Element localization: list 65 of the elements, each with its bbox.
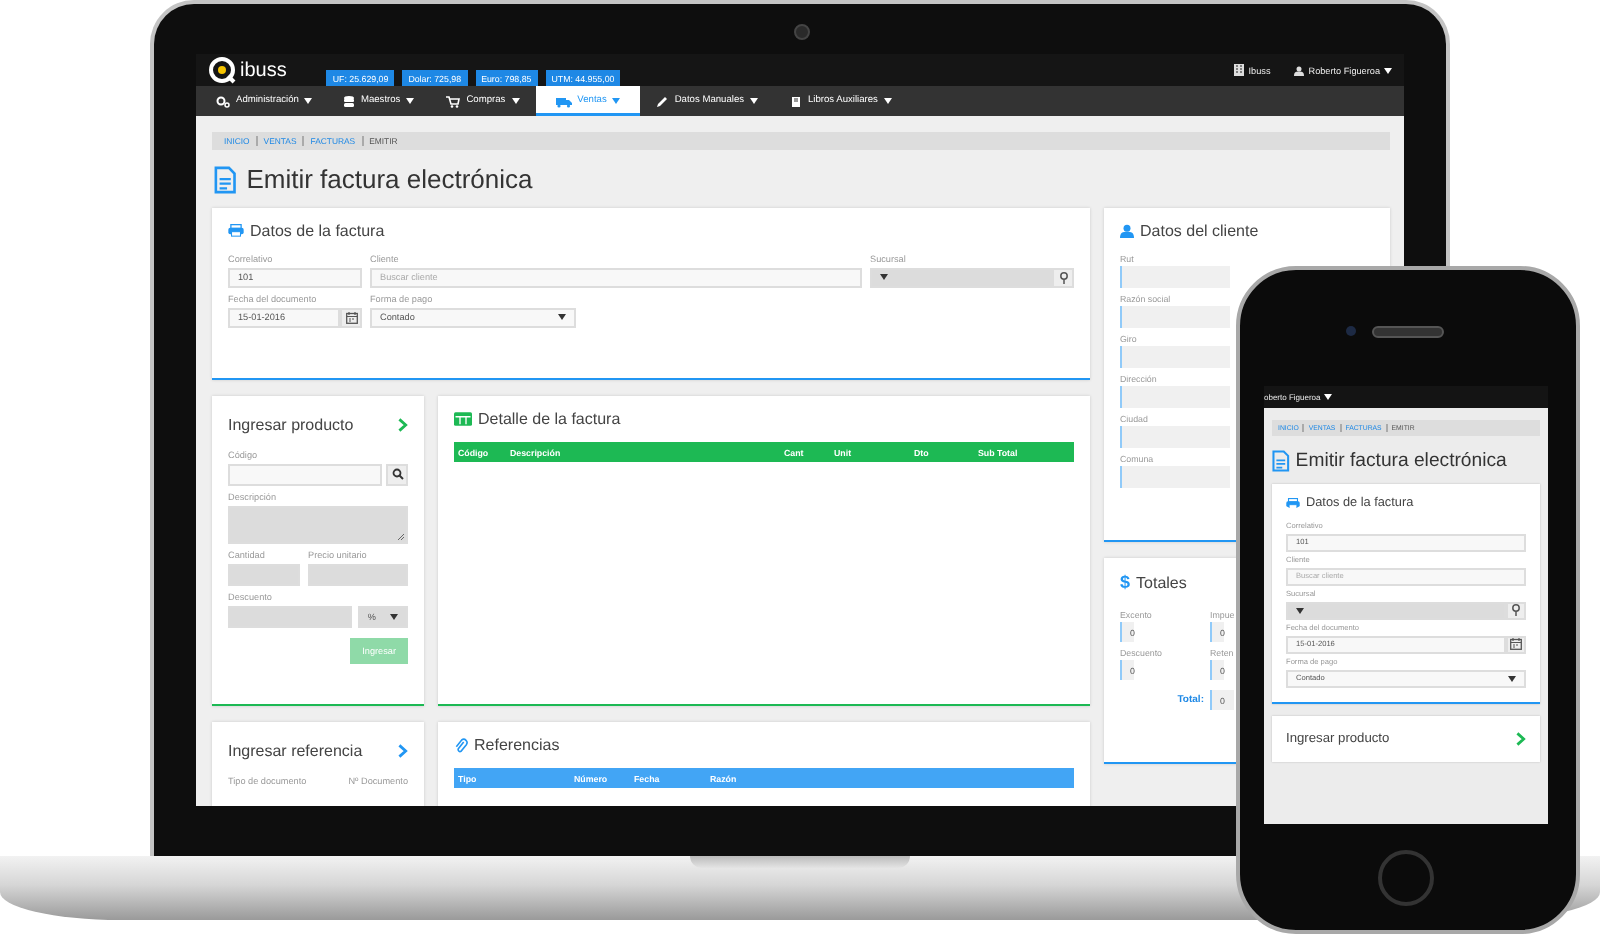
card-title: Referencias (474, 736, 560, 754)
logo-text: ibuss (240, 59, 287, 81)
currency-symbol: $ (1120, 572, 1131, 592)
pin-icon (1512, 604, 1520, 617)
logo-icon (208, 56, 236, 84)
card-title: Datos de la factura (250, 222, 385, 240)
pin-icon (1059, 271, 1067, 284)
cart-icon (446, 95, 461, 107)
input-field[interactable] (1120, 266, 1230, 288)
page-title: Emitir factura electrónica (1295, 450, 1507, 472)
home-button[interactable] (1378, 850, 1434, 906)
input-field[interactable] (1120, 306, 1230, 328)
pencil-icon (656, 95, 669, 107)
book-icon (790, 95, 803, 107)
building-icon (1234, 64, 1245, 76)
chevron-right-icon (398, 744, 408, 758)
caret-icon (1296, 607, 1304, 614)
caret-icon (1324, 394, 1333, 400)
card-title: Totales (1136, 573, 1187, 591)
caret-icon (304, 98, 313, 104)
input-field[interactable] (1120, 426, 1230, 448)
caret-icon (1384, 67, 1392, 73)
caret-icon (511, 98, 520, 104)
speaker-icon (1372, 326, 1444, 338)
card-title: Ingresar referencia (228, 742, 363, 760)
printer-icon (1286, 497, 1300, 509)
caret-icon (880, 274, 888, 281)
resize-grip-icon (398, 533, 404, 540)
truck-icon (555, 95, 572, 107)
calendar-button[interactable] (340, 307, 362, 328)
gear-icon (216, 95, 230, 107)
caret-icon (883, 98, 892, 104)
printer-icon (228, 224, 244, 238)
search-button[interactable] (386, 463, 408, 486)
caret-icon (390, 613, 398, 620)
caret-icon (558, 314, 566, 321)
calendar-icon (345, 311, 357, 324)
input-field[interactable] (1120, 346, 1230, 368)
table-icon (454, 412, 472, 426)
caret-icon (612, 98, 621, 104)
document-icon (214, 165, 237, 193)
camera-icon (1346, 326, 1356, 336)
user-icon (1294, 65, 1305, 75)
camera-icon (794, 24, 810, 40)
location-button[interactable] (1506, 601, 1526, 620)
search-icon (391, 468, 403, 481)
document-icon (1272, 450, 1290, 472)
location-button[interactable] (1052, 267, 1074, 288)
page-title: Emitir factura electrónica (246, 164, 533, 194)
user-icon (1120, 224, 1134, 238)
caret-icon (750, 98, 759, 104)
calendar-icon (1510, 638, 1522, 651)
chevron-right-icon (1516, 731, 1526, 746)
chevron-right-icon (398, 418, 408, 432)
caret-icon (1508, 675, 1516, 682)
paperclip-icon (454, 737, 468, 753)
calendar-button[interactable] (1506, 635, 1526, 654)
input-field[interactable] (228, 463, 382, 486)
card-title: Ingresar producto (228, 416, 354, 434)
card-title: Detalle de la factura (478, 410, 621, 428)
input-field[interactable] (1120, 466, 1230, 488)
input-field[interactable] (1120, 386, 1230, 408)
caret-icon (406, 98, 415, 104)
database-icon (344, 95, 355, 107)
card-title: Datos del cliente (1140, 222, 1259, 240)
